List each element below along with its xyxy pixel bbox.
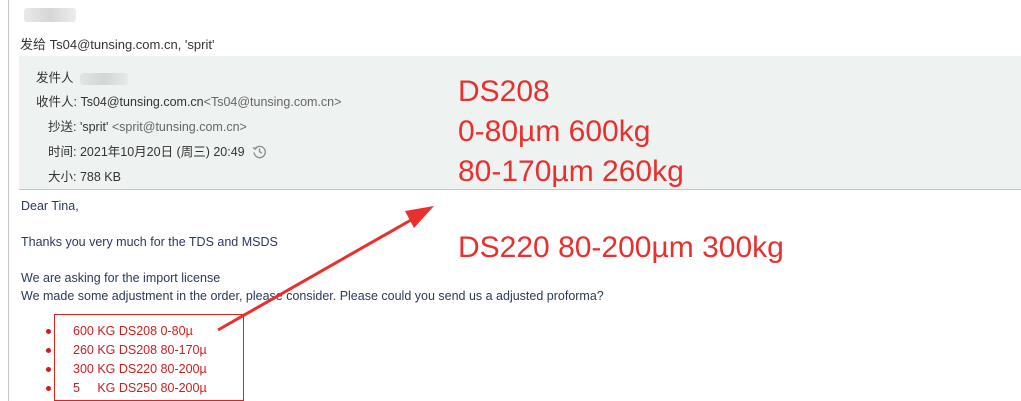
- annotation-arrow: [217, 206, 434, 332]
